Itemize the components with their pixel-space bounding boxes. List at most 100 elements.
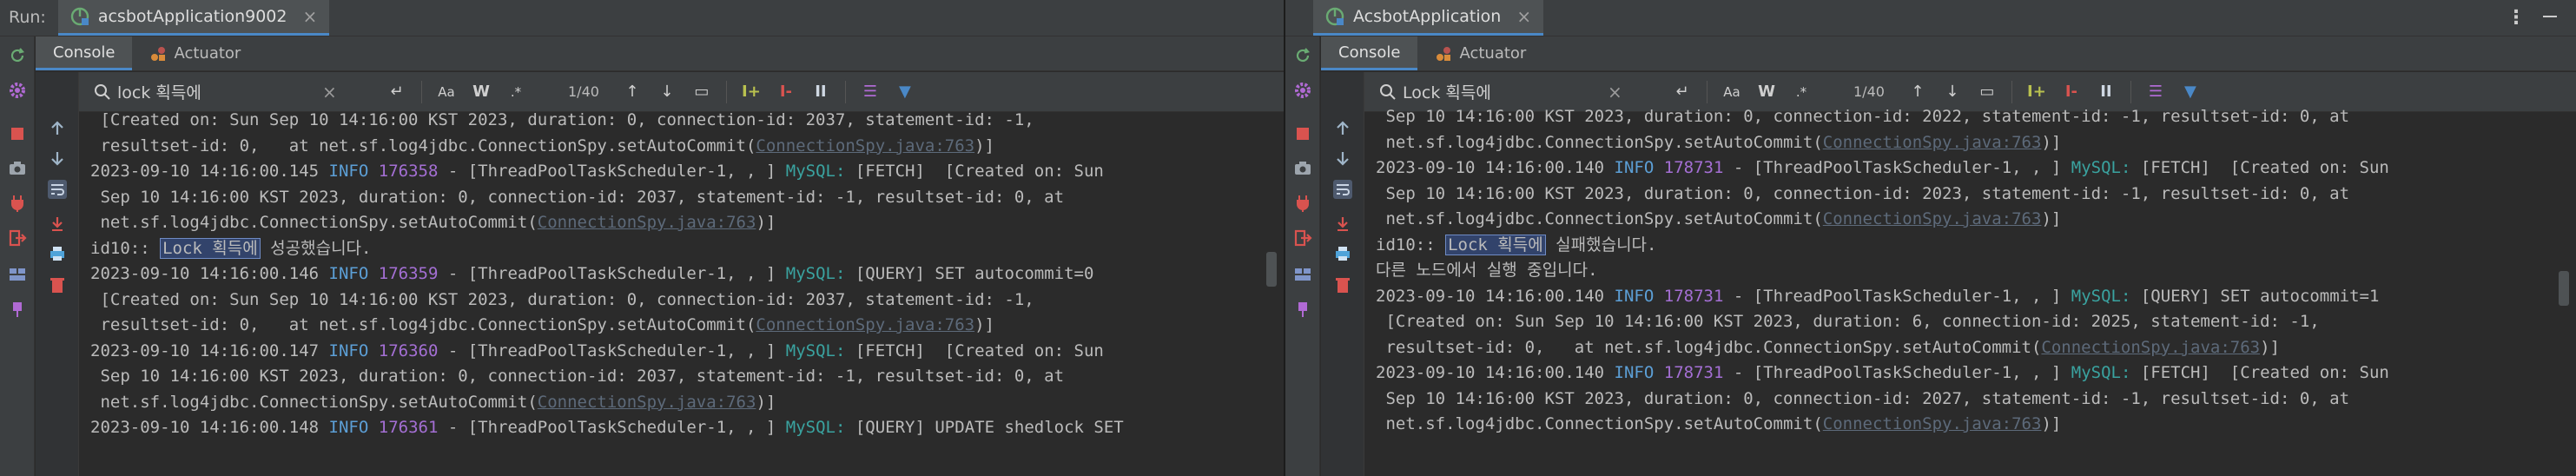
- tab-console[interactable]: Console: [36, 36, 133, 70]
- pin-icon[interactable]: [7, 299, 28, 320]
- run-tab-acsbot[interactable]: AcsbotApplication ×: [1313, 0, 1544, 36]
- newline-icon[interactable]: ↵: [1673, 83, 1692, 101]
- log-level: INFO: [328, 162, 369, 181]
- layout-icon[interactable]: [7, 264, 28, 285]
- log-text: - [ThreadPoolTaskScheduler-1, , ]: [438, 340, 786, 360]
- log-text: 2023-09-10 14:16:00.146: [90, 264, 329, 283]
- arrow-down-icon[interactable]: [1333, 149, 1352, 168]
- layout-icon[interactable]: [1292, 264, 1313, 285]
- print-icon[interactable]: [48, 244, 67, 263]
- log-text: 실패했습니다.: [1545, 235, 1657, 255]
- tab-console[interactable]: Console: [1321, 36, 1418, 70]
- filter-lines-icon[interactable]: II: [2097, 83, 2116, 101]
- gear-icon[interactable]: [1292, 80, 1313, 101]
- soft-wrap-icon[interactable]: [48, 180, 67, 199]
- source-link[interactable]: ConnectionSpy.java:763: [1823, 209, 2042, 228]
- separator: [725, 80, 727, 103]
- source-link[interactable]: ConnectionSpy.java:763: [538, 393, 756, 412]
- search-input[interactable]: [117, 82, 317, 102]
- source-link[interactable]: ConnectionSpy.java:763: [1823, 133, 2042, 152]
- camera-icon[interactable]: [1292, 158, 1313, 179]
- log-text: [QUERY] UPDATE shedlock SET: [845, 418, 1124, 437]
- select-all-occurrences-icon[interactable]: ▭: [1978, 83, 1997, 101]
- console-output[interactable]: [Created on: Sun Sep 10 14:16:00 KST 202…: [90, 108, 1261, 476]
- scrollbar-thumb[interactable]: [1266, 252, 1277, 287]
- log-text: - [ThreadPoolTaskScheduler-1, , ]: [1723, 286, 2071, 306]
- source-link[interactable]: ConnectionSpy.java:763: [756, 136, 974, 155]
- scroll-to-end-icon[interactable]: [48, 215, 67, 234]
- words-button[interactable]: W: [1757, 83, 1776, 101]
- remove-filter-icon[interactable]: I-: [776, 83, 796, 101]
- match-case-button[interactable]: Aa: [437, 84, 456, 100]
- close-icon[interactable]: ×: [302, 6, 317, 27]
- previous-match-icon[interactable]: ↑: [623, 83, 642, 101]
- rerun-icon[interactable]: [1292, 45, 1313, 66]
- log-text: id10::: [90, 238, 161, 258]
- previous-match-icon[interactable]: ↑: [1908, 83, 1927, 101]
- minimize-icon[interactable]: [2543, 16, 2557, 17]
- funnel-icon[interactable]: ▼: [895, 83, 915, 101]
- scroll-to-end-icon[interactable]: [1333, 215, 1352, 234]
- print-icon[interactable]: [1333, 244, 1352, 263]
- search-icon[interactable]: [93, 83, 112, 102]
- funnel-icon[interactable]: ▼: [2181, 83, 2200, 101]
- stop-icon[interactable]: [7, 123, 28, 144]
- log-text: Sep 10 14:16:00 KST 2023, duration: 0, c…: [1376, 107, 2350, 126]
- more-options-icon[interactable]: ⋮: [2507, 7, 2526, 29]
- clear-icon[interactable]: ×: [322, 82, 337, 102]
- source-link[interactable]: ConnectionSpy.java:763: [1823, 414, 2042, 433]
- tab-actuator[interactable]: Actuator: [132, 36, 258, 70]
- run-tab-acsbot9002[interactable]: acsbotApplication9002 ×: [57, 0, 330, 36]
- scrollbar[interactable]: [1266, 113, 1277, 476]
- next-match-icon[interactable]: ↓: [1943, 83, 1962, 101]
- arrow-up-icon[interactable]: [48, 119, 67, 138]
- log-thread-id: 176358: [378, 162, 439, 181]
- match-case-button[interactable]: Aa: [1722, 84, 1741, 100]
- log-thread-id: 176360: [378, 340, 439, 360]
- add-filter-icon[interactable]: I+: [742, 83, 761, 101]
- plug-icon[interactable]: [1292, 193, 1313, 214]
- next-match-icon[interactable]: ↓: [657, 83, 677, 101]
- exit-icon[interactable]: [1292, 228, 1313, 248]
- pin-icon[interactable]: [1292, 299, 1313, 320]
- arrow-down-icon[interactable]: [48, 149, 67, 168]
- console-output[interactable]: Sep 10 14:16:00 KST 2023, duration: 0, c…: [1376, 104, 2553, 476]
- camera-icon[interactable]: [7, 158, 28, 179]
- source-link[interactable]: ConnectionSpy.java:763: [538, 213, 756, 232]
- rerun-icon[interactable]: [7, 45, 28, 66]
- scrollbar[interactable]: [2559, 113, 2569, 476]
- close-icon[interactable]: ×: [1516, 6, 1531, 27]
- regex-button[interactable]: .*: [506, 84, 525, 100]
- stop-icon[interactable]: [1292, 123, 1313, 144]
- plug-icon[interactable]: [7, 193, 28, 214]
- filter-settings-icon[interactable]: ☰: [2146, 83, 2165, 101]
- soft-wrap-icon[interactable]: [1333, 180, 1352, 199]
- log-text: net.sf.log4jdbc.ConnectionSpy.setAutoCom…: [1376, 209, 1823, 228]
- source-link[interactable]: ConnectionSpy.java:763: [756, 315, 974, 334]
- filter-settings-icon[interactable]: ☰: [861, 83, 880, 101]
- search-icon[interactable]: [1378, 83, 1397, 102]
- trash-icon[interactable]: [48, 275, 67, 294]
- search-input[interactable]: [1403, 82, 1602, 102]
- trash-icon[interactable]: [1333, 275, 1352, 294]
- log-text: )]: [2260, 337, 2280, 357]
- log-line: Sep 10 14:16:00 KST 2023, duration: 0, c…: [1376, 104, 2553, 130]
- log-text: net.sf.log4jdbc.ConnectionSpy.setAutoCom…: [1376, 414, 1823, 433]
- select-all-occurrences-icon[interactable]: ▭: [692, 83, 711, 101]
- arrow-up-icon[interactable]: [1333, 119, 1352, 138]
- tab-actuator[interactable]: Actuator: [1417, 36, 1543, 70]
- exit-icon[interactable]: [7, 228, 28, 248]
- scrollbar-thumb[interactable]: [2559, 271, 2569, 306]
- words-button[interactable]: W: [472, 83, 491, 101]
- log-line: [Created on: Sun Sep 10 14:16:00 KST 202…: [90, 108, 1261, 134]
- add-filter-icon[interactable]: I+: [2027, 83, 2046, 101]
- remove-filter-icon[interactable]: I-: [2062, 83, 2081, 101]
- newline-icon[interactable]: ↵: [387, 83, 406, 101]
- log-line: 2023-09-10 14:16:00.140 INFO 178731 - [T…: [1376, 360, 2553, 387]
- gear-icon[interactable]: [7, 80, 28, 101]
- source-link[interactable]: ConnectionSpy.java:763: [2041, 338, 2260, 357]
- log-logger-name: MySQL:: [785, 418, 846, 437]
- clear-icon[interactable]: ×: [1608, 82, 1622, 102]
- filter-lines-icon[interactable]: II: [811, 83, 830, 101]
- regex-button[interactable]: .*: [1792, 84, 1811, 100]
